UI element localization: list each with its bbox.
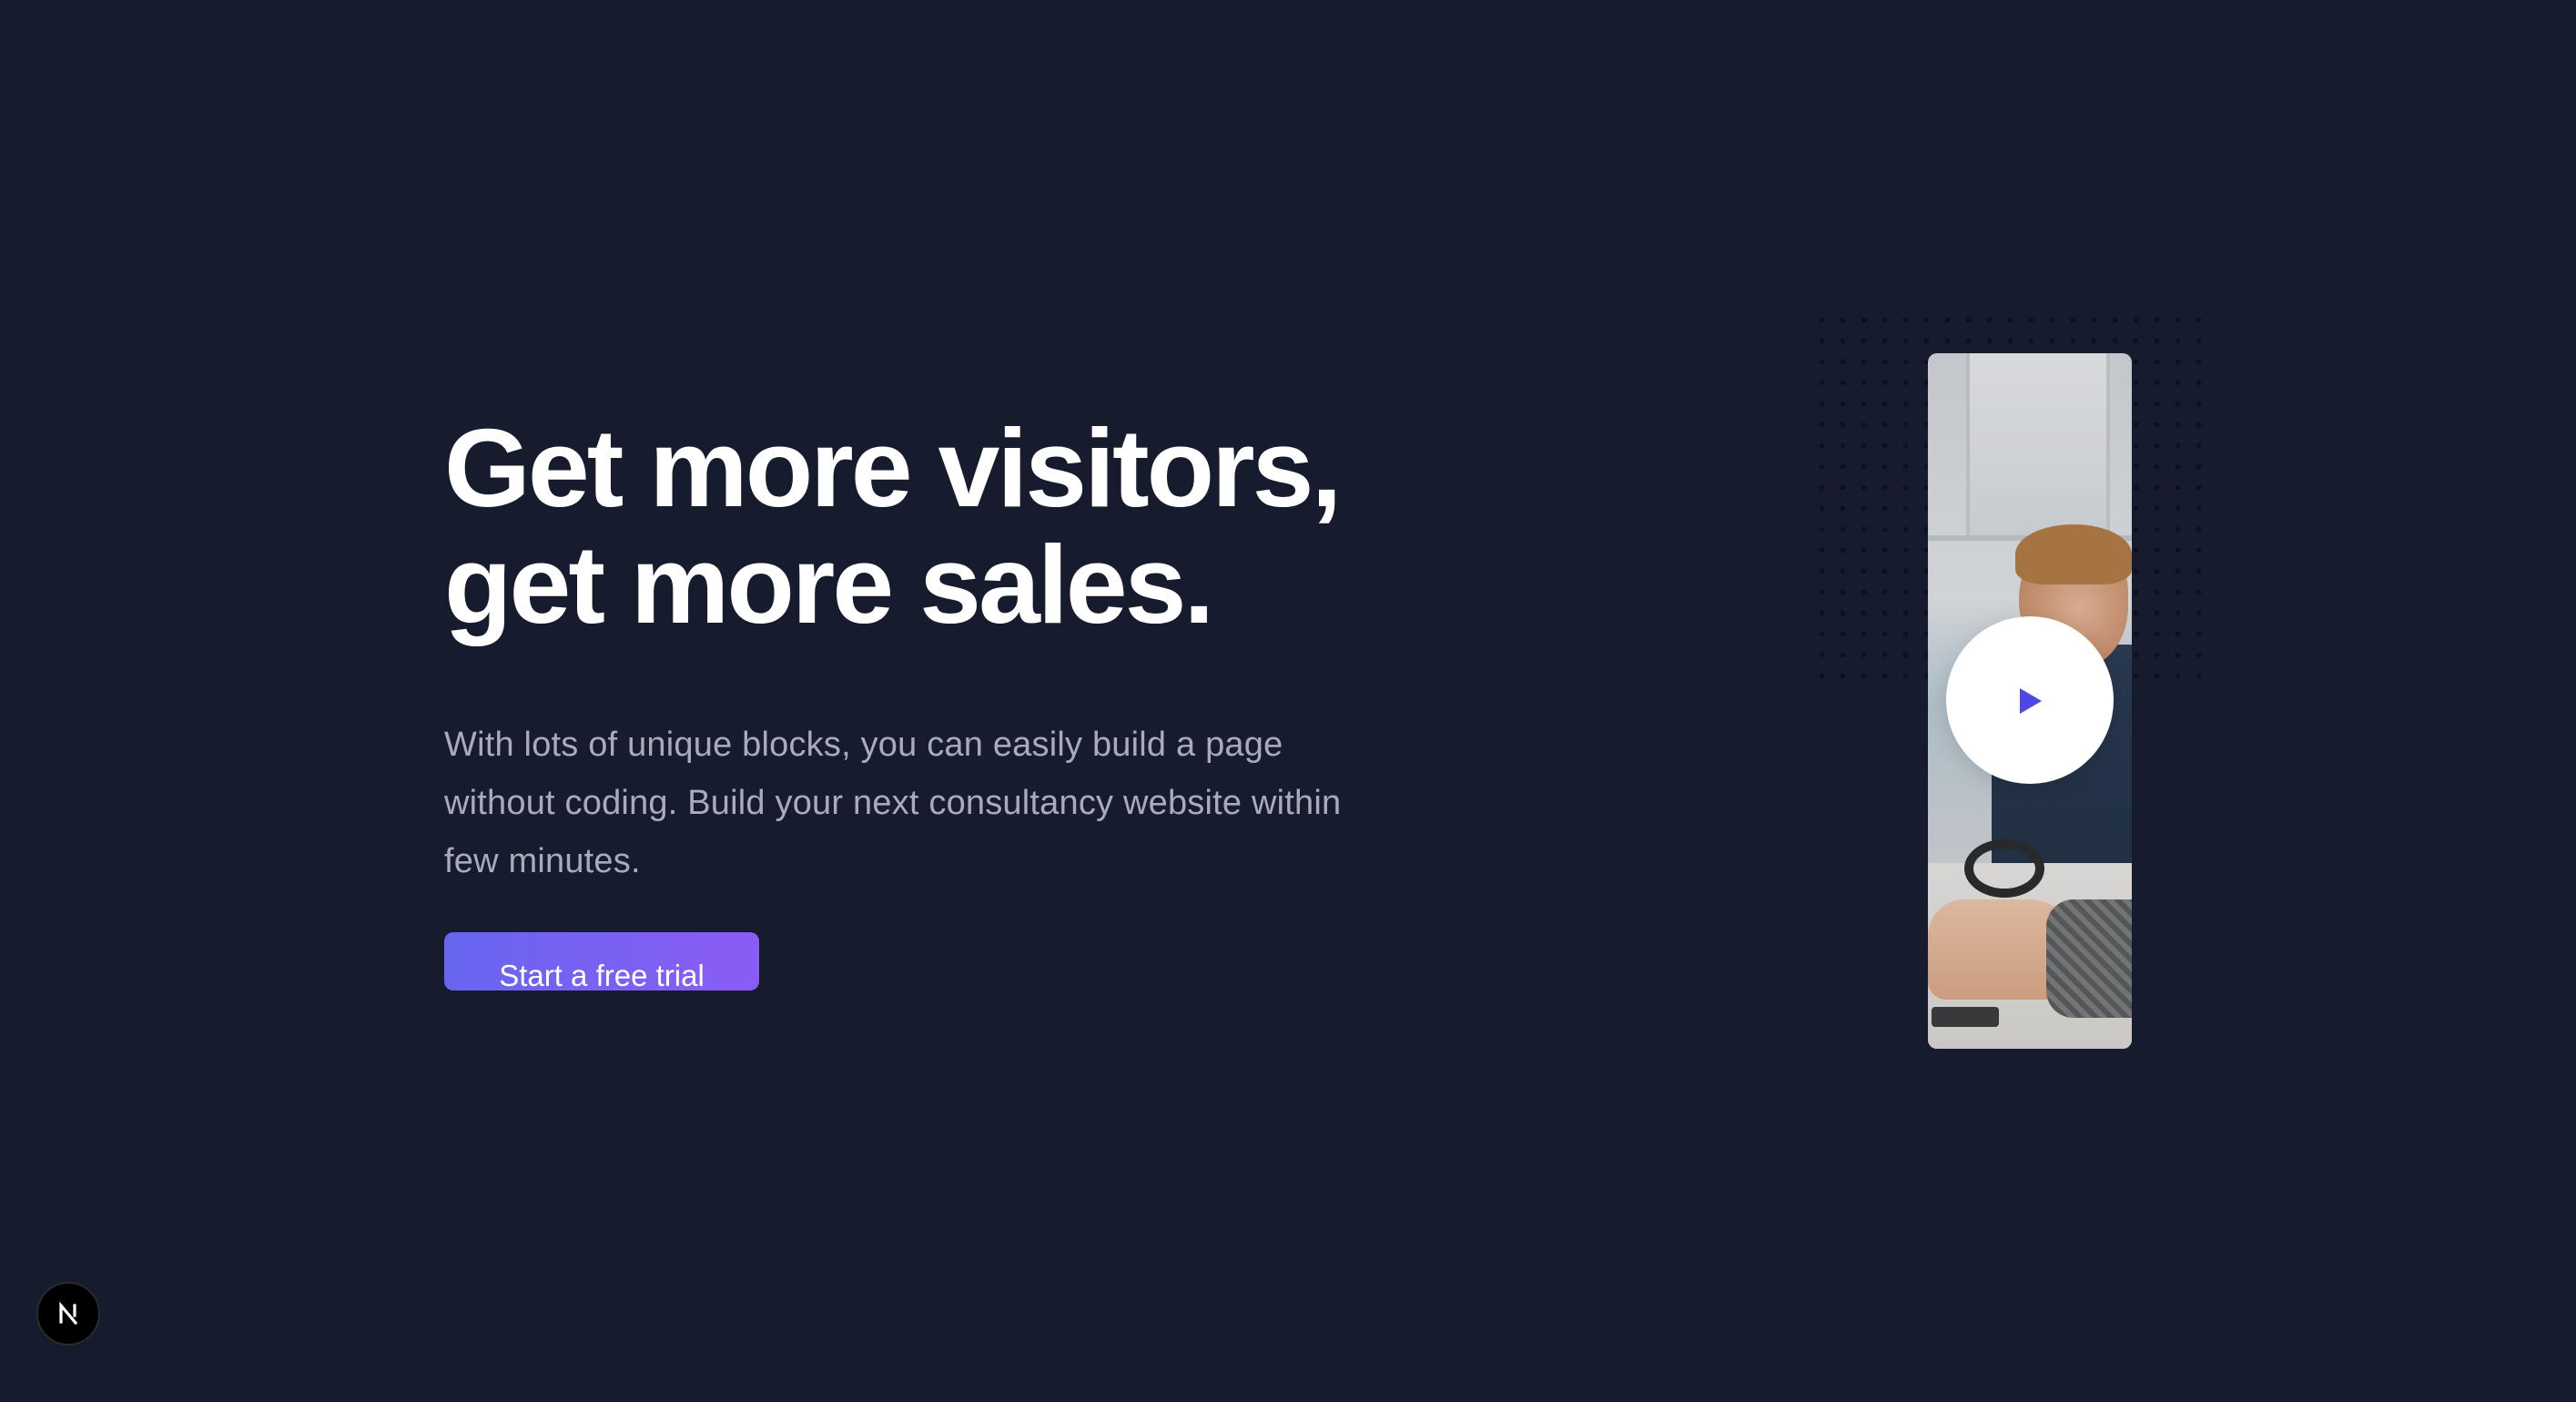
hero-description: With lots of unique blocks, you can easi…	[444, 726, 1342, 880]
nextjs-logo-icon	[59, 1301, 78, 1326]
hero-headline-line-1: Get more visitors,	[444, 406, 1342, 530]
start-free-trial-button[interactable]: Start a free trial	[444, 932, 759, 991]
play-icon	[2020, 688, 2042, 714]
hero-headline: Get more visitors, get more sales.	[444, 410, 1464, 643]
hero-headline-line-2: get more sales.	[444, 523, 1214, 646]
hero-copy: Get more visitors, get more sales. With …	[444, 410, 1464, 890]
play-video-button[interactable]	[1946, 616, 2114, 784]
nextjs-dev-badge[interactable]	[36, 1282, 100, 1346]
hero-page: Get more visitors, get more sales. With …	[0, 0, 2576, 1402]
